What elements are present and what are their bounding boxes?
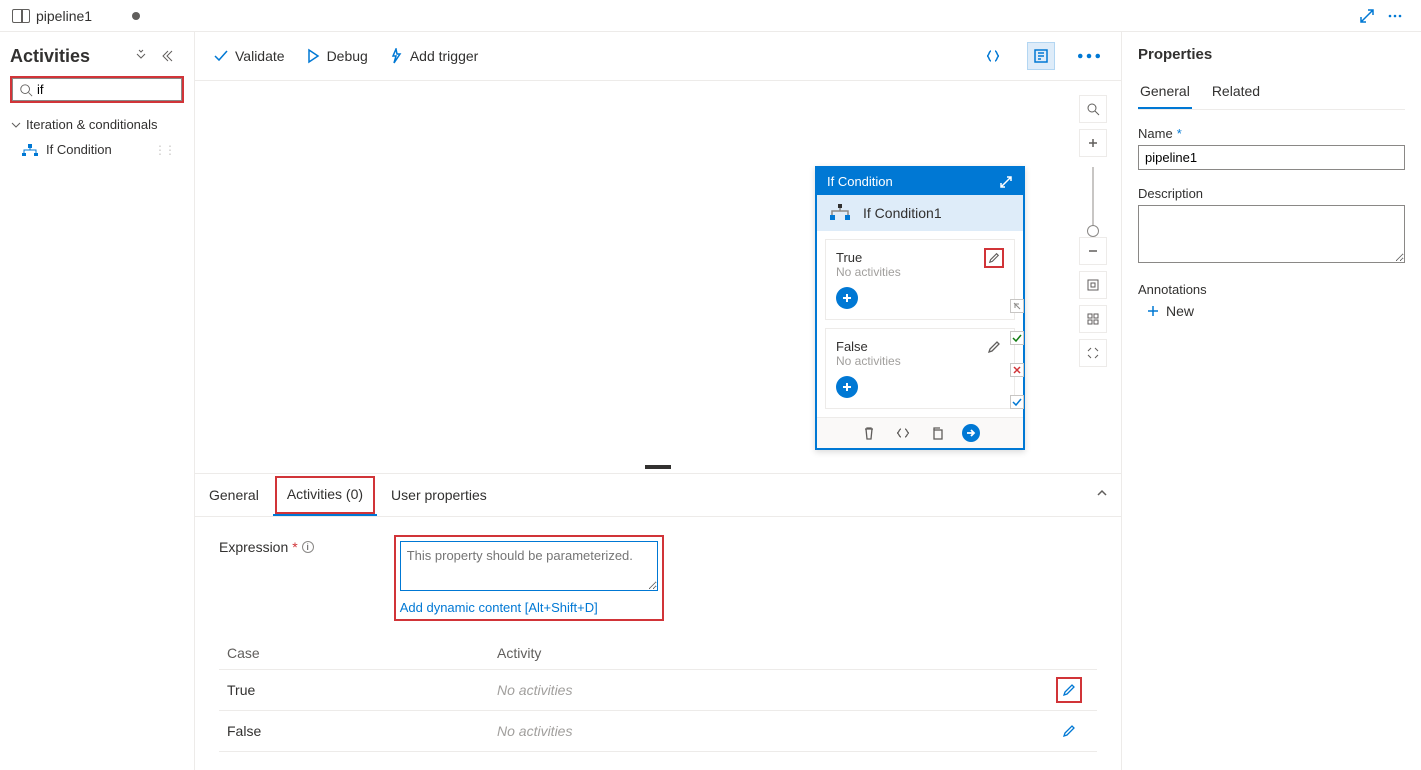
check-icon [213,48,229,64]
panel-resize-handle[interactable] [645,465,671,469]
expression-label: Expression [219,539,288,555]
pencil-icon [1062,683,1076,697]
if-condition-icon [827,203,853,223]
info-icon[interactable]: i [302,541,314,553]
props-tab-general[interactable]: General [1138,75,1192,109]
expand-node-icon[interactable] [999,175,1013,189]
col-header-activity: Activity [497,645,1049,661]
case-row: False No activities [219,711,1097,752]
zoom-search-button[interactable] [1079,95,1107,123]
name-input[interactable] [1138,145,1405,170]
node-title: If Condition1 [863,205,942,221]
search-icon [19,83,33,97]
copy-node-button[interactable] [928,424,946,442]
activities-title: Activities [10,46,90,67]
props-tab-related[interactable]: Related [1210,75,1262,109]
edit-true-button[interactable] [984,248,1004,268]
edit-case-false-button[interactable] [1059,721,1079,741]
layout-button[interactable] [1079,305,1107,333]
play-icon [305,48,321,64]
fullscreen-button[interactable] [1079,339,1107,367]
chevron-down-icon [10,119,22,131]
description-input[interactable] [1138,205,1405,263]
add-trigger-button[interactable]: Add trigger [388,48,478,64]
more-toolbar-icon[interactable] [1075,42,1103,70]
hide-panel-icon[interactable] [156,42,184,70]
zoom-out-button[interactable] [1079,237,1107,265]
if-condition-node[interactable]: If Condition If Condition1 True No activ… [815,166,1025,450]
activity-item-if-condition[interactable]: If Condition ⋮⋮ [0,136,194,163]
collapse-all-icon[interactable] [128,42,156,70]
col-header-case: Case [227,645,497,661]
if-condition-icon [20,143,40,157]
delete-node-button[interactable] [860,424,878,442]
properties-title: Properties [1138,46,1405,63]
properties-toggle-button[interactable] [1027,42,1055,70]
connector-success[interactable] [1010,331,1024,345]
connector-skip[interactable] [1010,299,1024,313]
debug-button[interactable]: Debug [305,48,368,64]
edit-false-button[interactable] [984,337,1004,357]
false-branch: False No activities [825,328,1015,409]
add-true-activity-button[interactable] [836,287,858,309]
drag-handle-icon: ⋮⋮ [154,143,174,157]
true-branch: True No activities [825,239,1015,320]
tab-activities[interactable]: Activities (0) [273,474,377,516]
pencil-icon [987,340,1001,354]
zoom-slider[interactable] [1092,167,1094,227]
category-iteration[interactable]: Iteration & conditionals [0,113,194,136]
connector-fail[interactable] [1010,363,1024,377]
zoom-fit-button[interactable] [1079,271,1107,299]
code-view-button[interactable] [979,42,1007,70]
zoom-in-button[interactable] [1079,129,1107,157]
code-node-button[interactable] [894,424,912,442]
validate-button[interactable]: Validate [213,48,285,64]
edit-case-true-button[interactable] [1059,680,1079,700]
new-annotation-button[interactable]: New [1146,303,1405,319]
dirty-indicator-icon [132,12,140,20]
activities-search[interactable] [37,82,175,97]
connector-completion[interactable] [1010,395,1024,409]
pencil-icon [1062,724,1076,738]
expand-icon[interactable] [1353,2,1381,30]
go-node-button[interactable] [962,424,980,442]
more-icon[interactable] [1381,2,1409,30]
tab-title: pipeline1 [36,8,92,24]
pipeline-canvas[interactable]: If Condition If Condition1 True No activ… [195,81,1121,461]
tab-general[interactable]: General [195,475,273,515]
tab-user-properties[interactable]: User properties [377,475,501,515]
expression-input[interactable] [400,541,658,591]
add-dynamic-content-link[interactable]: Add dynamic content [Alt+Shift+D] [400,600,658,615]
add-false-activity-button[interactable] [836,376,858,398]
collapse-details-icon[interactable] [1095,486,1109,503]
pencil-icon [988,251,1000,265]
trigger-icon [388,48,404,64]
pipeline-icon [12,9,30,23]
case-row: True No activities [219,670,1097,711]
plus-icon [1146,304,1160,318]
